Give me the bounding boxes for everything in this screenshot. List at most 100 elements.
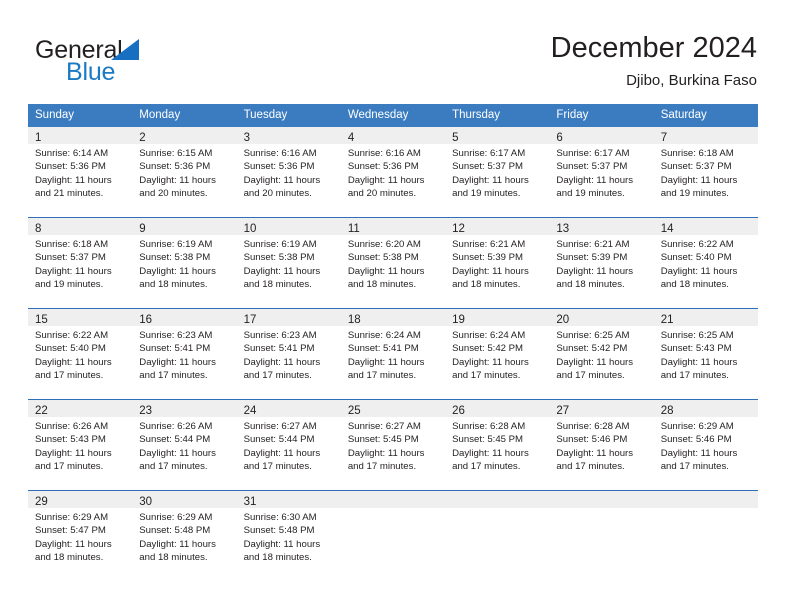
daylight-text-line1: Daylight: 11 hours [452,447,529,459]
sunrise-text: Sunrise: 6:20 AM [347,239,421,250]
daylight-text-line1: Daylight: 11 hours [243,174,321,186]
sunrise-text: Sunrise: 6:24 AM [347,330,421,341]
page-title: December 2024 [550,32,757,64]
daylight-text-line2: and 17 minutes. [347,460,417,472]
daylight-text-line2: and 21 minutes. [35,187,104,199]
day-cell[interactable]: 9 Sunrise: 6:19 AM Sunset: 5:38 PM Daylight… [132,217,237,309]
daylight-text-line1: Daylight: 11 hours [347,356,425,368]
day-cell[interactable]: 15 Sunrise: 6:22 AM Sunset: 5:40 PM Dayligh… [28,308,133,400]
day-cell[interactable]: 28 Sunrise: 6:29 AM Sunset: 5:46 PM Dayligh… [653,399,758,491]
sunset-text: Sunset: 5:43 PM [660,343,732,355]
day-cell[interactable]: 1 Sunrise: 6:14 AM Sunset: 5:36 PM Daylight… [28,127,133,218]
day-cell[interactable]: 5 Sunrise: 6:17 AM Sunset: 5:37 PM Daylight… [445,127,550,218]
calendar-page: General Blue December 2024 Djibo, Burkin… [0,0,792,612]
day-number: 5 [452,132,459,144]
day-cell[interactable]: 18 Sunrise: 6:24 AM Sunset: 5:41 PM Dayligh… [340,308,446,400]
daylight-text-line1: Daylight: 11 hours [556,174,634,186]
weekday-header-saturday: Saturday [653,104,758,127]
daylight-text-line2: and 17 minutes. [139,460,208,472]
sunset-text: Sunset: 5:36 PM [35,161,106,173]
daylight-text-line2: and 17 minutes. [243,369,312,381]
day-cell[interactable]: 19 Sunrise: 6:24 AM Sunset: 5:42 PM Dayligh… [445,308,550,400]
day-number: 21 [660,314,674,326]
day-number: 30 [139,496,153,508]
page-header: General Blue December 2024 Djibo, Burkin… [0,0,792,100]
day-cell[interactable]: 6 Sunrise: 6:17 AM Sunset: 5:37 PM Daylight… [549,127,654,218]
day-cell[interactable]: 30 Sunrise: 6:29 AM Sunset: 5:48 PM Dayligh… [132,490,237,581]
sunrise-text: Sunrise: 6:21 AM [452,239,526,250]
weekday-header-sunday: Sunday [28,104,133,127]
sunset-text: Sunset: 5:37 PM [452,161,524,173]
day-cell[interactable]: 13 Sunrise: 6:21 AM Sunset: 5:39 PM Dayligh… [549,217,654,309]
sunrise-text: Sunrise: 6:25 AM [556,330,630,341]
day-cell-empty [653,490,758,581]
day-cell[interactable]: 11 Sunrise: 6:20 AM Sunset: 5:38 PM Dayligh… [340,217,446,309]
daylight-text-line1: Daylight: 11 hours [347,174,425,186]
daylight-text-line2: and 18 minutes. [556,278,625,290]
daylight-text-line1: Daylight: 11 hours [347,447,425,459]
calendar-week-row: 29 Sunrise: 6:29 AM Sunset: 5:47 PM Dayligh… [28,490,758,581]
sunrise-text: Sunrise: 6:26 AM [139,421,213,432]
general-blue-logo[interactable]: General Blue [35,36,265,88]
sunset-text: Sunset: 5:42 PM [556,343,628,355]
sunrise-text: Sunrise: 6:29 AM [35,512,109,523]
day-number: 8 [35,223,42,235]
day-cell[interactable]: 3 Sunrise: 6:16 AM Sunset: 5:36 PM Daylight… [236,127,341,218]
sunrise-text: Sunrise: 6:16 AM [347,148,421,159]
day-number: 23 [139,405,153,417]
sunset-text: Sunset: 5:37 PM [660,161,732,173]
daylight-text-line1: Daylight: 11 hours [556,356,634,368]
sunset-text: Sunset: 5:44 PM [139,434,211,446]
daylight-text-line1: Daylight: 11 hours [243,447,321,459]
daylight-text-line2: and 17 minutes. [243,460,312,472]
sunrise-text: Sunrise: 6:23 AM [243,330,317,341]
day-number: 27 [556,405,570,417]
day-cell[interactable]: 29 Sunrise: 6:29 AM Sunset: 5:47 PM Dayligh… [28,490,133,581]
daylight-text-line1: Daylight: 11 hours [660,447,738,459]
daylight-text-line2: and 18 minutes. [347,278,417,290]
daylight-text-line2: and 17 minutes. [347,369,417,381]
day-number: 3 [243,132,250,144]
daylight-text-line1: Daylight: 11 hours [660,356,738,368]
day-number: 4 [347,132,355,144]
daylight-text-line2: and 18 minutes. [35,551,104,563]
day-cell[interactable]: 27 Sunrise: 6:28 AM Sunset: 5:46 PM Dayligh… [549,399,654,491]
sunset-text: Sunset: 5:39 PM [556,252,628,264]
sunset-text: Sunset: 5:40 PM [35,343,106,355]
sunrise-text: Sunrise: 6:25 AM [660,330,734,341]
sunrise-text: Sunrise: 6:14 AM [35,148,109,159]
sunset-text: Sunset: 5:41 PM [243,343,315,355]
day-number: 12 [452,223,465,235]
day-cell[interactable]: 14 Sunrise: 6:22 AM Sunset: 5:40 PM Dayligh… [653,217,758,309]
day-cell[interactable]: 25 Sunrise: 6:27 AM Sunset: 5:45 PM Dayligh… [340,399,446,491]
day-number: 20 [556,314,570,326]
day-cell[interactable]: 26 Sunrise: 6:28 AM Sunset: 5:45 PM Dayligh… [445,399,550,491]
day-cell[interactable]: 17 Sunrise: 6:23 AM Sunset: 5:41 PM Dayligh… [236,308,341,400]
day-cell[interactable]: 20 Sunrise: 6:25 AM Sunset: 5:42 PM Dayligh… [549,308,654,400]
daylight-text-line1: Daylight: 11 hours [243,538,321,550]
day-cell[interactable]: 24 Sunrise: 6:27 AM Sunset: 5:44 PM Dayligh… [236,399,341,491]
calendar-week-row: 1 Sunrise: 6:14 AM Sunset: 5:36 PM Daylight… [28,127,758,218]
sunset-text: Sunset: 5:41 PM [347,343,419,355]
sunset-text: Sunset: 5:40 PM [660,252,732,264]
day-number: 28 [660,405,674,417]
day-cell[interactable]: 21 Sunrise: 6:25 AM Sunset: 5:43 PM Dayligh… [653,308,758,400]
day-cell[interactable]: 22 Sunrise: 6:26 AM Sunset: 5:43 PM Dayligh… [28,399,133,491]
day-cell[interactable]: 12 Sunrise: 6:21 AM Sunset: 5:39 PM Dayligh… [445,217,550,309]
day-cell[interactable]: 8 Sunrise: 6:18 AM Sunset: 5:37 PM Daylight… [28,217,133,309]
day-cell[interactable]: 23 Sunrise: 6:26 AM Sunset: 5:44 PM Dayligh… [132,399,237,491]
day-cell-empty [340,490,446,581]
sunrise-text: Sunrise: 6:17 AM [452,148,526,159]
sunset-text: Sunset: 5:46 PM [556,434,628,446]
day-cell[interactable]: 10 Sunrise: 6:19 AM Sunset: 5:38 PM Dayligh… [236,217,341,309]
day-cell[interactable]: 2 Sunrise: 6:15 AM Sunset: 5:36 PM Daylight… [132,127,237,218]
sunset-text: Sunset: 5:38 PM [139,252,211,264]
day-cell[interactable]: 31 Sunrise: 6:30 AM Sunset: 5:48 PM Dayligh… [236,490,341,581]
sunrise-text: Sunrise: 6:15 AM [139,148,213,159]
day-cell[interactable]: 7 Sunrise: 6:18 AM Sunset: 5:37 PM Daylight… [653,127,758,218]
sunrise-text: Sunrise: 6:22 AM [660,239,734,250]
sunrise-text: Sunrise: 6:19 AM [243,239,317,250]
day-cell[interactable]: 16 Sunrise: 6:23 AM Sunset: 5:41 PM Dayligh… [132,308,237,400]
day-cell[interactable]: 4 Sunrise: 6:16 AM Sunset: 5:36 PM Daylight… [340,127,446,218]
daylight-text-line2: and 17 minutes. [556,369,625,381]
